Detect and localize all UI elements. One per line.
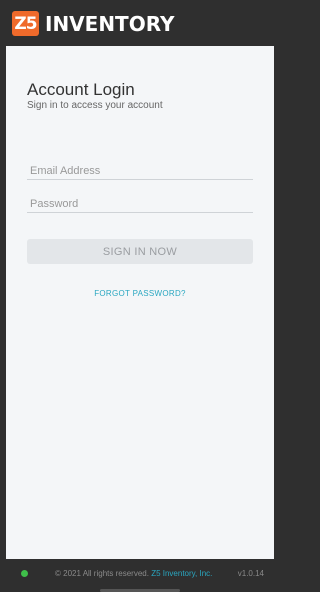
z5-logo-icon: Z5 bbox=[12, 11, 39, 36]
logo-text: INVENTORY bbox=[45, 12, 175, 36]
app-header: Z5 INVENTORY bbox=[0, 0, 280, 46]
company-link[interactable]: Z5 Inventory, Inc. bbox=[151, 569, 212, 578]
email-field[interactable] bbox=[27, 162, 253, 180]
copyright-prefix: © 2021 All rights reserved. bbox=[55, 569, 149, 578]
password-field[interactable] bbox=[27, 195, 253, 213]
login-panel: Account Login Sign in to access your acc… bbox=[6, 46, 274, 559]
logo-mark: Z5 bbox=[14, 13, 37, 34]
status-dot-icon bbox=[21, 570, 28, 577]
forgot-password-link[interactable]: FORGOT PASSWORD? bbox=[6, 289, 274, 298]
page-subtitle: Sign in to access your account bbox=[27, 100, 163, 111]
sign-in-button[interactable]: SIGN IN NOW bbox=[27, 239, 253, 264]
footer: © 2021 All rights reserved. Z5 Inventory… bbox=[0, 559, 280, 592]
version-label: v1.0.14 bbox=[237, 569, 264, 578]
copyright-text: © 2021 All rights reserved. Z5 Inventory… bbox=[55, 569, 212, 578]
page-title: Account Login bbox=[27, 80, 135, 99]
